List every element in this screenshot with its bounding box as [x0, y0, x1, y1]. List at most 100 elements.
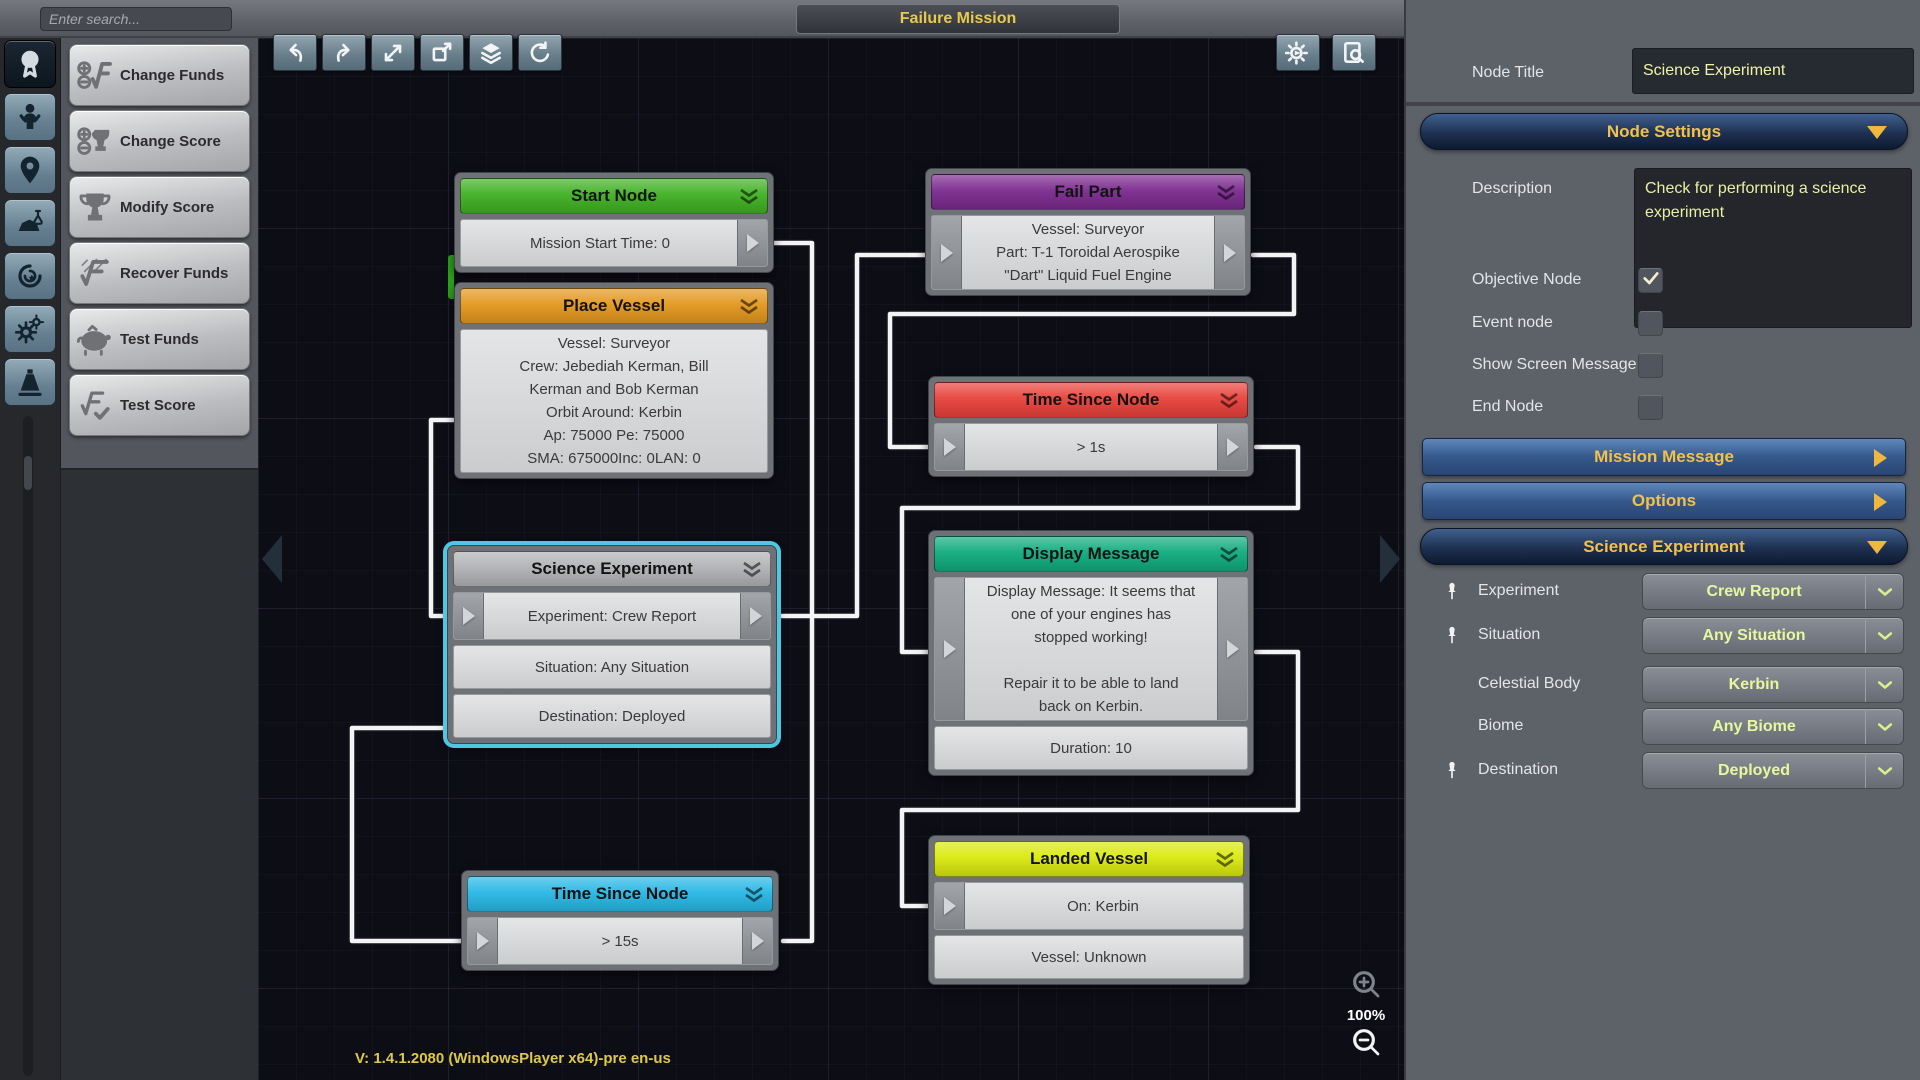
collapse-chevron-icon[interactable]: [741, 561, 763, 579]
collapse-chevron-icon[interactable]: [1215, 184, 1237, 202]
pin-icon[interactable]: [1442, 581, 1462, 601]
node-row[interactable]: Destination: Deployed: [453, 694, 771, 738]
node-row[interactable]: > 1s: [934, 423, 1248, 471]
expand-button[interactable]: [371, 34, 415, 71]
end-node-checkbox[interactable]: [1638, 395, 1663, 420]
node-header[interactable]: Place Vessel: [460, 288, 768, 324]
show-screen-message-checkbox[interactable]: [1638, 353, 1663, 378]
node-row[interactable]: Experiment: Crew Report: [453, 592, 771, 640]
node-header[interactable]: Display Message: [934, 536, 1248, 572]
rail-kerbal-tab[interactable]: [4, 93, 56, 141]
zoom-in-icon[interactable]: [1336, 968, 1396, 1005]
node-header[interactable]: Science Experiment: [453, 551, 771, 587]
output-connector[interactable]: [742, 918, 772, 964]
event-node-checkbox[interactable]: [1638, 311, 1663, 336]
node-header[interactable]: Time Since Node: [467, 876, 773, 912]
collapse-chevron-icon[interactable]: [1214, 851, 1236, 869]
output-connector[interactable]: [740, 593, 770, 639]
node-row[interactable]: Situation: Any Situation: [453, 645, 771, 689]
catalog-item[interactable]: Modify Score: [69, 176, 250, 238]
catalog-item[interactable]: Recover Funds: [69, 242, 250, 304]
layers-button[interactable]: [469, 34, 513, 71]
rail-science-tab[interactable]: [4, 199, 56, 247]
input-connector[interactable]: [454, 593, 484, 639]
input-connector[interactable]: [935, 883, 965, 929]
node-time-since-1[interactable]: Time Since Node > 1s: [928, 376, 1254, 477]
collapse-chevron-icon[interactable]: [738, 298, 760, 316]
options-button[interactable]: Options: [1422, 482, 1906, 520]
graph-canvas[interactable]: Start Node Mission Start Time: 0 Place Ves…: [258, 38, 1404, 1080]
node-start[interactable]: Start Node Mission Start Time: 0: [454, 172, 774, 273]
rail-award-tab[interactable]: [4, 40, 56, 88]
node-row[interactable]: On: Kerbin: [934, 882, 1244, 930]
collapse-chevron-icon[interactable]: [743, 886, 765, 904]
chevron-down-icon[interactable]: [1865, 709, 1903, 744]
pin-icon[interactable]: [1442, 760, 1462, 780]
node-time-since-15[interactable]: Time Since Node > 15s: [461, 870, 779, 971]
situation-dropdown[interactable]: Any Situation: [1642, 617, 1904, 654]
chevron-down-icon[interactable]: [1865, 574, 1903, 609]
chevron-down-icon[interactable]: [1865, 753, 1903, 788]
input-connector[interactable]: [932, 216, 962, 289]
node-place-vessel[interactable]: Place Vessel Vessel: SurveyorCrew: Jebedi…: [454, 282, 774, 479]
collapse-right-tab[interactable]: [1380, 535, 1400, 583]
node-header[interactable]: Landed Vessel: [934, 841, 1244, 877]
node-science-experiment[interactable]: Science Experiment Experiment: Crew Repor…: [447, 545, 777, 744]
collapse-left-tab[interactable]: [262, 535, 282, 583]
biome-dropdown[interactable]: Any Biome: [1642, 708, 1904, 745]
node-row[interactable]: Display Message: It seems thatone of you…: [934, 577, 1248, 721]
node-row[interactable]: > 15s: [467, 917, 773, 965]
catalog-item[interactable]: Change Funds: [69, 44, 250, 106]
input-connector[interactable]: [935, 578, 965, 720]
chevron-down-icon[interactable]: [1865, 667, 1903, 702]
rail-scroll-thumb[interactable]: [24, 456, 32, 490]
mission-message-button[interactable]: Mission Message: [1422, 438, 1906, 476]
collapse-chevron-icon[interactable]: [1218, 392, 1240, 410]
frame-button[interactable]: [420, 34, 464, 71]
rail-gears-tab[interactable]: [4, 305, 56, 353]
chevron-down-icon[interactable]: [1865, 618, 1903, 653]
destination-dropdown[interactable]: Deployed: [1642, 752, 1904, 789]
collapse-chevron-icon[interactable]: [738, 188, 760, 206]
reset-view-button[interactable]: [518, 34, 562, 71]
zoom-out-icon[interactable]: [1336, 1026, 1396, 1063]
node-row[interactable]: Vessel: SurveyorCrew: Jebediah Kerman, B…: [460, 329, 768, 473]
output-connector[interactable]: [1217, 578, 1247, 720]
catalog-item[interactable]: Change Score: [69, 110, 250, 172]
rail-engine-tab[interactable]: [4, 358, 56, 406]
node-row[interactable]: Mission Start Time: 0: [460, 219, 768, 267]
input-connector[interactable]: [935, 424, 965, 470]
catalog-item[interactable]: Test Funds: [69, 308, 250, 370]
node-row[interactable]: Vessel: SurveyorPart: T-1 Toroidal Aeros…: [931, 215, 1245, 290]
output-connector[interactable]: [1214, 216, 1244, 289]
catalog-item[interactable]: Test Score: [69, 374, 250, 436]
doc-search-button[interactable]: [1332, 34, 1376, 71]
search-input[interactable]: [40, 7, 232, 31]
rail-swirl-tab[interactable]: [4, 252, 56, 300]
undo-button[interactable]: [273, 34, 317, 71]
node-header[interactable]: Time Since Node: [934, 382, 1248, 418]
node-row[interactable]: Vessel: Unknown: [934, 935, 1244, 979]
gear-play-button[interactable]: [1276, 34, 1320, 71]
rail-location-tab[interactable]: [4, 146, 56, 194]
rail-scrollbar[interactable]: [23, 416, 33, 1076]
pin-icon[interactable]: [1442, 625, 1462, 645]
node-header[interactable]: Start Node: [460, 178, 768, 214]
output-connector[interactable]: [1217, 424, 1247, 470]
output-connector[interactable]: [737, 220, 767, 266]
description-input[interactable]: Check for performing a science experimen…: [1634, 168, 1912, 328]
node-display-message[interactable]: Display Message Display Message: It seems…: [928, 530, 1254, 776]
experiment-dropdown[interactable]: Crew Report: [1642, 573, 1904, 610]
redo-button[interactable]: [322, 34, 366, 71]
input-connector[interactable]: [468, 918, 498, 964]
node-row[interactable]: Duration: 10: [934, 726, 1248, 770]
collapse-chevron-icon[interactable]: [1218, 546, 1240, 564]
node-fail-part[interactable]: Fail Part Vessel: SurveyorPart: T-1 Toroi…: [925, 168, 1251, 296]
objective-node-checkbox[interactable]: [1638, 268, 1663, 293]
celestial-body-dropdown[interactable]: Kerbin: [1642, 666, 1904, 703]
node-header[interactable]: Fail Part: [931, 174, 1245, 210]
node-settings-header[interactable]: Node Settings: [1420, 113, 1908, 150]
science-experiment-header[interactable]: Science Experiment: [1420, 528, 1908, 565]
node-title-input[interactable]: [1632, 48, 1914, 94]
node-landed-vessel[interactable]: Landed Vessel On: Kerbin Vessel: Unknown: [928, 835, 1250, 985]
